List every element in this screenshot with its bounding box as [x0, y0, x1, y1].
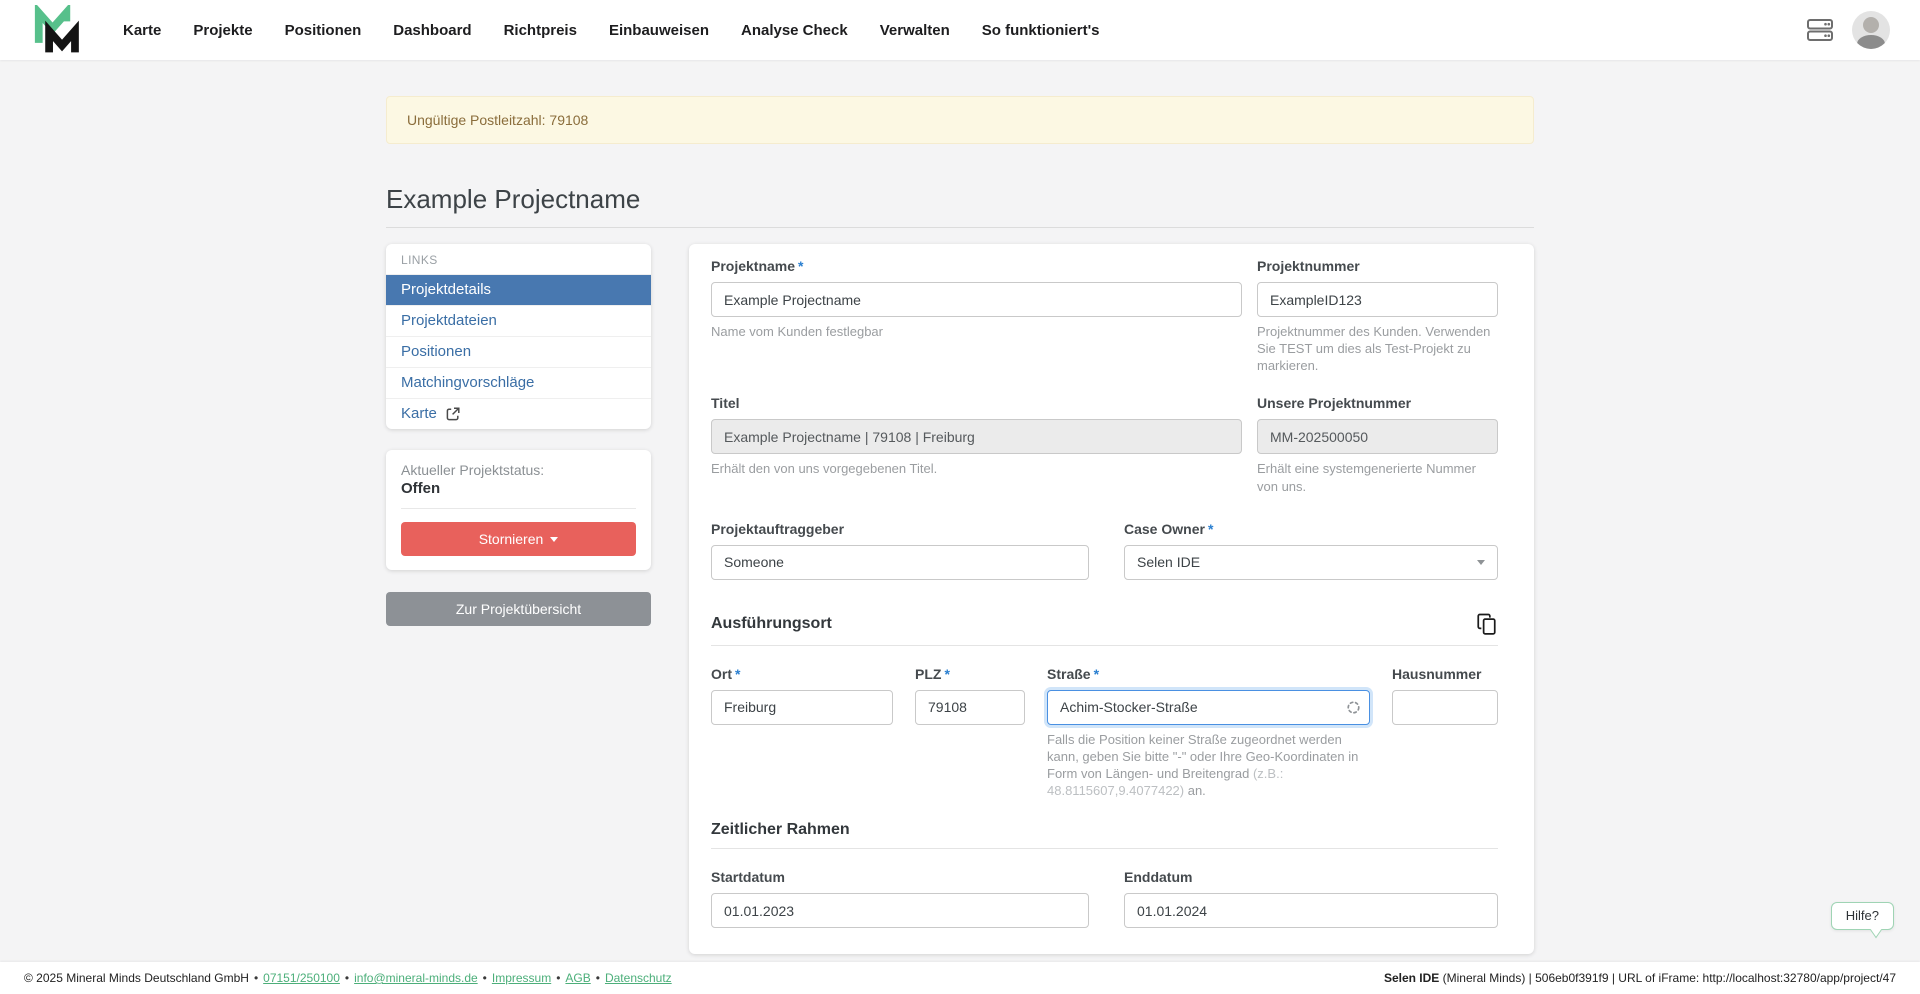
ort-input[interactable] — [711, 690, 893, 725]
strasse-help: Falls die Position keiner Straße zugeord… — [1047, 731, 1370, 800]
session-user: Selen IDE — [1384, 971, 1439, 985]
nav-item-so-funktionierts[interactable]: So funktioniert's — [969, 14, 1113, 47]
projektnummer-input[interactable] — [1257, 282, 1498, 317]
projektnummer-help: Projektnummer des Kunden. Verwenden Sie … — [1257, 323, 1498, 374]
strasse-label: Straße* — [1047, 666, 1370, 682]
postal-code-warning-alert: Ungültige Postleitzahl: 79108 — [386, 96, 1534, 144]
overview-button-label: Zur Projektübersicht — [456, 601, 581, 617]
sidebar-item-label: Projektdateien — [401, 312, 497, 329]
case-owner-select[interactable]: Selen IDE — [1124, 545, 1498, 580]
avatar-body-icon — [1857, 35, 1885, 49]
external-link-icon — [446, 407, 460, 421]
page-title: Example Projectname — [386, 184, 1534, 228]
startdatum-input[interactable] — [711, 893, 1089, 928]
help-button-label: Hilfe? — [1846, 908, 1879, 923]
server-sessions-icon[interactable] — [1806, 17, 1834, 43]
case-owner-label: Case Owner* — [1124, 521, 1498, 537]
titel-help: Erhält den von uns vorgegebenen Titel. — [711, 460, 1242, 477]
nav-item-richtpreis[interactable]: Richtpreis — [491, 14, 590, 47]
main-navigation: Karte Projekte Positionen Dashboard Rich… — [110, 14, 1806, 47]
user-avatar[interactable] — [1852, 11, 1890, 49]
session-info: Selen IDE (Mineral Minds) | 506eb0f391f9… — [1384, 971, 1896, 985]
hausnummer-input[interactable] — [1392, 690, 1498, 725]
unsere-projektnummer-input — [1257, 419, 1498, 454]
nav-item-positionen[interactable]: Positionen — [272, 14, 375, 47]
case-owner-selected-value: Selen IDE — [1137, 554, 1200, 570]
top-navbar: Karte Projekte Positionen Dashboard Rich… — [0, 0, 1920, 60]
required-asterisk: * — [944, 666, 949, 682]
required-asterisk: * — [798, 258, 803, 274]
cancel-button-label: Stornieren — [479, 531, 544, 547]
ort-label: Ort* — [711, 666, 893, 682]
ausfuehrungsort-heading: Ausführungsort — [711, 615, 832, 633]
speech-bubble-tail — [1870, 922, 1882, 939]
sidebar-item-projektdateien[interactable]: Projektdateien — [386, 305, 651, 336]
strasse-input[interactable] — [1047, 690, 1370, 725]
project-sidebar: LINKS Projektdetails Projektdateien Posi… — [386, 244, 651, 626]
footer-link-datenschutz[interactable]: Datenschutz — [605, 971, 672, 985]
chevron-down-icon — [1477, 560, 1485, 565]
nav-item-einbauweisen[interactable]: Einbauweisen — [596, 14, 722, 47]
project-status-value: Offen — [401, 480, 636, 497]
hausnummer-label: Hausnummer — [1392, 666, 1498, 682]
enddatum-input[interactable] — [1124, 893, 1498, 928]
required-asterisk: * — [1208, 521, 1213, 537]
zeitlicher-rahmen-heading: Zeitlicher Rahmen — [711, 821, 850, 839]
footer-link-phone[interactable]: 07151/250100 — [263, 971, 340, 985]
copy-icon[interactable] — [1475, 613, 1498, 636]
sidebar-item-projektdetails[interactable]: Projektdetails — [386, 274, 651, 305]
sidebar-item-karte[interactable]: Karte — [386, 398, 651, 429]
cancel-project-button[interactable]: Stornieren — [401, 522, 636, 556]
plz-input[interactable] — [915, 690, 1025, 725]
projektname-help: Name vom Kunden festlegbar — [711, 323, 1242, 340]
projektname-label: Projektname* — [711, 258, 1242, 274]
divider — [401, 508, 636, 509]
startdatum-label: Startdatum — [711, 869, 1089, 885]
unsere-projektnummer-label: Unsere Projektnummer — [1257, 395, 1498, 411]
nav-item-dashboard[interactable]: Dashboard — [380, 14, 484, 47]
footer-link-email[interactable]: info@mineral-minds.de — [354, 971, 478, 985]
help-button[interactable]: Hilfe? — [1831, 902, 1894, 930]
nav-item-analyse-check[interactable]: Analyse Check — [728, 14, 861, 47]
nav-item-projekte[interactable]: Projekte — [180, 14, 265, 47]
caret-down-icon — [550, 537, 558, 542]
required-asterisk: * — [1094, 666, 1099, 682]
project-status-label: Aktueller Projektstatus: — [401, 462, 636, 478]
links-section-header: LINKS — [386, 244, 651, 274]
main-content: Ungültige Postleitzahl: 79108 Example Pr… — [0, 60, 1920, 962]
projektnummer-label: Projektnummer — [1257, 258, 1498, 274]
sidebar-item-label: Karte — [401, 405, 437, 422]
projektauftraggeber-input[interactable] — [711, 545, 1089, 580]
session-details: (Mineral Minds) | 506eb0f391f9 | URL of … — [1439, 971, 1896, 985]
sidebar-item-label: Projektdetails — [401, 281, 491, 298]
sidebar-item-positionen[interactable]: Positionen — [386, 336, 651, 367]
avatar-head-icon — [1863, 17, 1879, 33]
projektauftraggeber-label: Projektauftraggeber — [711, 521, 1089, 537]
divider — [711, 848, 1498, 849]
titel-input — [711, 419, 1242, 454]
mineral-minds-logo-icon[interactable] — [30, 5, 82, 55]
footer-link-agb[interactable]: AGB — [565, 971, 590, 985]
project-details-form: Projektname* Name vom Kunden festlegbar … — [689, 244, 1534, 954]
copyright-text: © 2025 Mineral Minds Deutschland GmbH — [24, 971, 249, 985]
loading-spinner-icon — [1346, 700, 1361, 720]
nav-item-karte[interactable]: Karte — [110, 14, 174, 47]
plz-label: PLZ* — [915, 666, 1025, 682]
divider — [711, 645, 1498, 646]
nav-item-verwalten[interactable]: Verwalten — [867, 14, 963, 47]
page-footer: © 2025 Mineral Minds Deutschland GmbH • … — [0, 962, 1920, 994]
required-asterisk: * — [735, 666, 740, 682]
footer-link-impressum[interactable]: Impressum — [492, 971, 551, 985]
unsere-projektnummer-help: Erhält eine systemgenerierte Nummer von … — [1257, 460, 1498, 494]
projektname-input[interactable] — [711, 282, 1242, 317]
back-to-project-overview-button[interactable]: Zur Projektübersicht — [386, 592, 651, 626]
titel-label: Titel — [711, 395, 1242, 411]
sidebar-item-matchingvorschlaege[interactable]: Matchingvorschläge — [386, 367, 651, 398]
sidebar-item-label: Matchingvorschläge — [401, 374, 534, 391]
warning-text: Ungültige Postleitzahl: 79108 — [407, 112, 588, 128]
enddatum-label: Enddatum — [1124, 869, 1498, 885]
sidebar-item-label: Positionen — [401, 343, 471, 360]
